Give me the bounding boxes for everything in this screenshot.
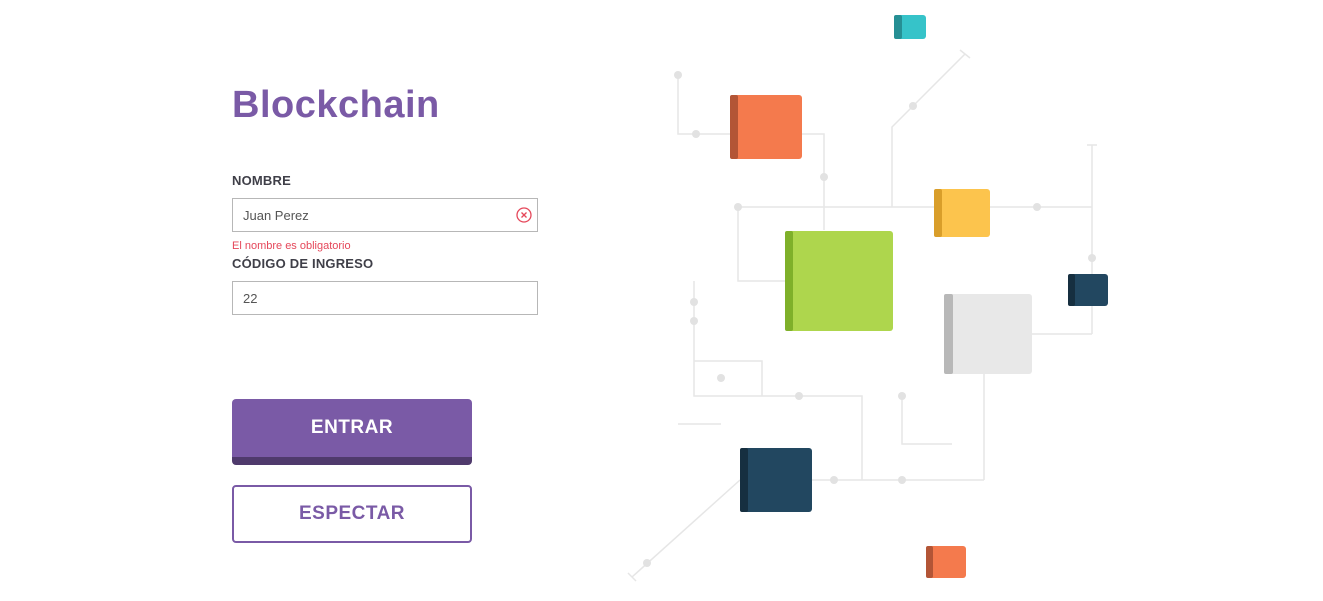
block-green	[785, 231, 893, 331]
block-orange-top	[730, 95, 802, 159]
block-teal-top	[894, 15, 926, 39]
block-yellow	[934, 189, 990, 237]
block-navy-large	[740, 448, 812, 512]
block-navy-small	[1068, 274, 1108, 306]
block-orange-bottom	[926, 546, 966, 578]
blockchain-illustration	[627, 15, 1108, 582]
block-gray	[944, 294, 1032, 374]
